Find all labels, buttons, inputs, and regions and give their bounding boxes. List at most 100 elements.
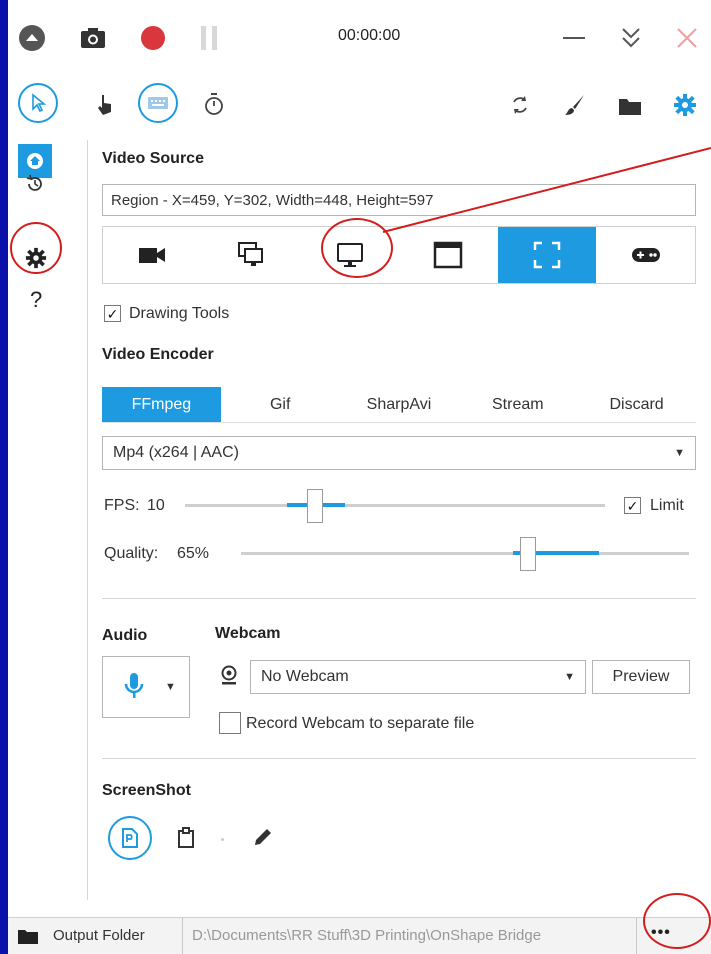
chevron-down-icon: ▼ (674, 447, 685, 459)
timer-button[interactable] (204, 92, 224, 116)
multiple-monitors-icon (238, 242, 263, 266)
record-icon (141, 26, 165, 50)
title-bar: 00:00:00 (8, 0, 711, 75)
webcam-value: No Webcam (261, 668, 349, 685)
status-bar: Output Folder D:\Documents\RR Stuff\3D P… (8, 917, 711, 954)
keystrokes-toggle-button[interactable] (138, 83, 178, 123)
fps-limit-checkbox[interactable]: ✓ (624, 497, 641, 514)
tab-ffmpeg[interactable]: FFmpeg (102, 387, 221, 422)
screen-source-annotation-ring (321, 218, 393, 278)
settings-button[interactable] (673, 93, 697, 117)
collapse-button[interactable] (18, 24, 46, 52)
minimize-to-tray-button[interactable] (620, 26, 642, 50)
stopwatch-icon (205, 93, 223, 115)
tab-discard[interactable]: Discard (577, 387, 696, 422)
microphone-icon (123, 671, 145, 701)
webcam-preview-button[interactable]: Preview (592, 660, 690, 694)
quality-label: Quality: (104, 545, 159, 562)
quality-slider-thumb[interactable] (520, 537, 536, 571)
divider (102, 598, 696, 599)
divider (102, 758, 696, 759)
sidebar-item-home[interactable] (18, 144, 52, 178)
brush-icon (565, 95, 584, 115)
camera-icon (81, 28, 105, 48)
cursor-icon (32, 93, 47, 113)
video-source-title: Video Source (102, 150, 204, 167)
history-icon (26, 174, 42, 191)
quality-value: 65% (177, 545, 210, 562)
drawing-tools-label: Drawing Tools (129, 305, 230, 322)
separate-file-checkbox[interactable] (219, 712, 241, 734)
source-multiple-screens[interactable] (202, 227, 301, 283)
source-game[interactable] (596, 227, 695, 283)
sidebar-item-history[interactable] (25, 174, 45, 194)
tab-gif[interactable]: Gif (221, 387, 340, 422)
gamepad-icon (631, 248, 660, 262)
screenshot-title: ScreenShot (102, 782, 191, 799)
webcam-dropdown[interactable]: No Webcam ▼ (250, 660, 586, 694)
screenshot-to-file-button[interactable] (108, 816, 152, 860)
output-folder-label[interactable]: Output Folder (53, 927, 145, 944)
audio-device-button[interactable]: ▼ (102, 656, 190, 718)
webcam-title: Webcam (215, 625, 281, 642)
refresh-icon (513, 96, 527, 114)
double-chevron-down-icon (622, 28, 640, 48)
minimize-button[interactable] (563, 36, 585, 40)
brush-button[interactable] (563, 93, 587, 117)
tab-stream[interactable]: Stream (458, 387, 577, 422)
minimize-icon (563, 37, 585, 39)
divider (182, 918, 183, 954)
source-region[interactable] (497, 227, 597, 283)
separate-file-label: Record Webcam to separate file (246, 715, 475, 732)
hand-pointer-icon (98, 95, 111, 115)
window-icon (434, 241, 463, 269)
video-camera-icon (139, 248, 166, 263)
quality-slider-track[interactable] (241, 552, 689, 555)
toolbar (8, 75, 711, 135)
tab-sharpavi[interactable]: SharpAvi (340, 387, 459, 422)
fps-slider-thumb[interactable] (307, 489, 323, 523)
fps-slider-track[interactable] (185, 504, 605, 507)
clicks-toggle-button[interactable] (95, 94, 115, 116)
screenshot-button[interactable] (80, 27, 106, 49)
chevron-up-circle-icon (19, 25, 45, 51)
help-icon[interactable]: ? (30, 287, 42, 313)
record-button[interactable] (140, 25, 166, 51)
app-window: 00:00:00 ? Video Source Region - X=459, … (8, 0, 711, 954)
close-button[interactable] (675, 26, 699, 50)
keyboard-icon (148, 97, 168, 109)
webcam-icon (219, 665, 239, 685)
clipboard-icon (178, 827, 194, 848)
folder-icon (619, 99, 641, 115)
screenshot-to-editor-button[interactable] (252, 826, 274, 848)
fps-limit-label: Limit (650, 497, 684, 514)
divider (636, 918, 637, 954)
video-source-selector (102, 226, 696, 284)
fps-label: FPS: (104, 497, 140, 514)
codec-value: Mp4 (x264 | AAC) (113, 444, 239, 461)
recording-timer: 00:00:00 (338, 27, 401, 44)
video-encoder-title: Video Encoder (102, 346, 214, 363)
chevron-down-icon: ▼ (165, 681, 176, 693)
gear-icon (674, 94, 696, 116)
open-folder-button[interactable] (618, 96, 642, 116)
refresh-button[interactable] (510, 94, 530, 116)
pause-button[interactable] (200, 25, 218, 51)
more-options-annotation-ring (643, 893, 711, 949)
output-path[interactable]: D:\Documents\RR Stuff\3D Printing\OnShap… (192, 927, 635, 944)
cursor-toggle-button[interactable] (18, 83, 58, 123)
drawing-tools-checkbox[interactable]: ✓ (104, 305, 121, 322)
close-icon (677, 28, 697, 48)
region-select-icon (533, 241, 561, 269)
home-icon (27, 153, 43, 169)
source-no-video[interactable] (103, 227, 202, 283)
codec-dropdown[interactable]: Mp4 (x264 | AAC) ▼ (102, 436, 696, 470)
audio-title: Audio (102, 627, 148, 644)
file-icon (122, 828, 138, 848)
source-window[interactable] (399, 227, 498, 283)
pencil-icon (255, 829, 271, 845)
chevron-down-icon: ▼ (564, 671, 575, 683)
settings-annotation-ring (10, 222, 62, 274)
screenshot-to-clipboard-button[interactable] (177, 827, 195, 849)
region-textbox[interactable]: Region - X=459, Y=302, Width=448, Height… (102, 184, 696, 216)
